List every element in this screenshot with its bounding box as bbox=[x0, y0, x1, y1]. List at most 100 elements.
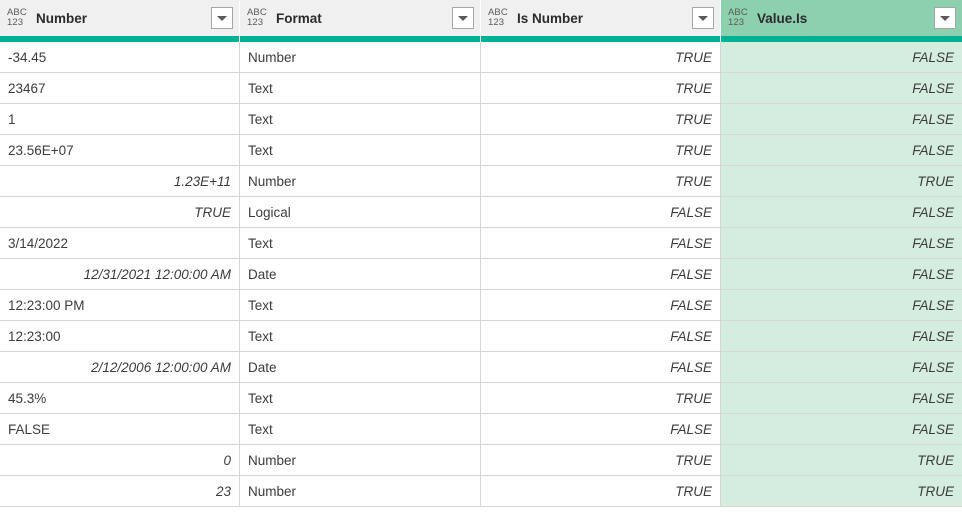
cell-format[interactable]: Text bbox=[240, 135, 481, 165]
cell-value-is[interactable]: TRUE bbox=[721, 445, 962, 475]
table-row[interactable]: 1 Text TRUE FALSE bbox=[0, 104, 962, 135]
table-row[interactable]: 23 Number TRUE TRUE bbox=[0, 476, 962, 507]
table-row[interactable]: FALSE Text FALSE FALSE bbox=[0, 414, 962, 445]
column-header-label: Number bbox=[36, 10, 88, 26]
table-row[interactable]: 45.3% Text TRUE FALSE bbox=[0, 383, 962, 414]
cell-number[interactable]: 23467 bbox=[0, 73, 240, 103]
column-header-label: Is Number bbox=[517, 10, 584, 26]
cell-number[interactable]: 12:23:00 PM bbox=[0, 290, 240, 320]
cell-format[interactable]: Text bbox=[240, 104, 481, 134]
cell-number[interactable]: 12/31/2021 12:00:00 AM bbox=[0, 259, 240, 289]
table-row[interactable]: 0 Number TRUE TRUE bbox=[0, 445, 962, 476]
cell-is-number[interactable]: TRUE bbox=[481, 73, 721, 103]
table-row[interactable]: 23467 Text TRUE FALSE bbox=[0, 73, 962, 104]
cell-is-number[interactable]: TRUE bbox=[481, 166, 721, 196]
cell-number[interactable]: 3/14/2022 bbox=[0, 228, 240, 258]
cell-format[interactable]: Text bbox=[240, 73, 481, 103]
table-row[interactable]: 12/31/2021 12:00:00 AM Date FALSE FALSE bbox=[0, 259, 962, 290]
table-row[interactable]: 3/14/2022 Text FALSE FALSE bbox=[0, 228, 962, 259]
cell-number[interactable]: 2/12/2006 12:00:00 AM bbox=[0, 352, 240, 382]
chevron-down-icon bbox=[940, 15, 950, 21]
cell-format[interactable]: Logical bbox=[240, 197, 481, 227]
cell-format[interactable]: Number bbox=[240, 476, 481, 506]
column-filter-dropdown-button[interactable] bbox=[934, 7, 956, 29]
cell-value-is[interactable]: FALSE bbox=[721, 42, 962, 72]
cell-format[interactable]: Number bbox=[240, 445, 481, 475]
cell-value-is[interactable]: FALSE bbox=[721, 228, 962, 258]
cell-is-number[interactable]: FALSE bbox=[481, 352, 721, 382]
cell-value-is[interactable]: FALSE bbox=[721, 414, 962, 444]
cell-is-number[interactable]: TRUE bbox=[481, 42, 721, 72]
abc-123-icon: ABC 123 bbox=[247, 6, 269, 30]
column-header-is-number[interactable]: ABC 123 Is Number bbox=[481, 0, 721, 36]
cell-value-is[interactable]: FALSE bbox=[721, 290, 962, 320]
chevron-down-icon bbox=[217, 15, 227, 21]
cell-format[interactable]: Text bbox=[240, 414, 481, 444]
cell-is-number[interactable]: TRUE bbox=[481, 135, 721, 165]
table-body: -34.45 Number TRUE FALSE 23467 Text TRUE FALSE 1… bbox=[0, 42, 962, 507]
cell-value-is[interactable]: FALSE bbox=[721, 352, 962, 382]
cell-is-number[interactable]: FALSE bbox=[481, 321, 721, 351]
column-header-label: Format bbox=[276, 10, 322, 26]
table-row[interactable]: 2/12/2006 12:00:00 AM Date FALSE FALSE bbox=[0, 352, 962, 383]
type-icon-123: 123 bbox=[728, 17, 745, 28]
cell-number[interactable]: 45.3% bbox=[0, 383, 240, 413]
cell-is-number[interactable]: FALSE bbox=[481, 228, 721, 258]
column-filter-dropdown-button[interactable] bbox=[211, 7, 233, 29]
data-preview-grid: ABC 123 Number ABC 123 Format ABC 123 Is Number A… bbox=[0, 0, 962, 524]
cell-number[interactable]: 23 bbox=[0, 476, 240, 506]
type-icon-123: 123 bbox=[7, 17, 24, 28]
cell-value-is[interactable]: FALSE bbox=[721, 104, 962, 134]
cell-is-number[interactable]: TRUE bbox=[481, 476, 721, 506]
cell-value-is[interactable]: TRUE bbox=[721, 476, 962, 506]
cell-is-number[interactable]: TRUE bbox=[481, 445, 721, 475]
type-icon-123: 123 bbox=[488, 17, 505, 28]
column-filter-dropdown-button[interactable] bbox=[452, 7, 474, 29]
cell-is-number[interactable]: FALSE bbox=[481, 414, 721, 444]
cell-format[interactable]: Number bbox=[240, 166, 481, 196]
cell-number[interactable]: -34.45 bbox=[0, 42, 240, 72]
cell-number[interactable]: 1 bbox=[0, 104, 240, 134]
type-icon-123: 123 bbox=[247, 17, 264, 28]
table-row[interactable]: 1.23E+11 Number TRUE TRUE bbox=[0, 166, 962, 197]
cell-format[interactable]: Text bbox=[240, 290, 481, 320]
cell-is-number[interactable]: FALSE bbox=[481, 197, 721, 227]
cell-number[interactable]: 0 bbox=[0, 445, 240, 475]
cell-format[interactable]: Number bbox=[240, 42, 481, 72]
column-header-value-is[interactable]: ABC 123 Value.Is bbox=[721, 0, 962, 36]
table-row[interactable]: TRUE Logical FALSE FALSE bbox=[0, 197, 962, 228]
column-header-format[interactable]: ABC 123 Format bbox=[240, 0, 481, 36]
table-row[interactable]: 12:23:00 PM Text FALSE FALSE bbox=[0, 290, 962, 321]
column-header-label: Value.Is bbox=[757, 10, 808, 26]
cell-value-is[interactable]: FALSE bbox=[721, 197, 962, 227]
cell-value-is[interactable]: FALSE bbox=[721, 135, 962, 165]
abc-123-icon: ABC 123 bbox=[7, 6, 29, 30]
cell-format[interactable]: Date bbox=[240, 352, 481, 382]
cell-value-is[interactable]: TRUE bbox=[721, 166, 962, 196]
cell-format[interactable]: Text bbox=[240, 383, 481, 413]
cell-format[interactable]: Text bbox=[240, 321, 481, 351]
cell-number[interactable]: 1.23E+11 bbox=[0, 166, 240, 196]
cell-is-number[interactable]: FALSE bbox=[481, 290, 721, 320]
cell-value-is[interactable]: FALSE bbox=[721, 383, 962, 413]
column-header-number[interactable]: ABC 123 Number bbox=[0, 0, 240, 36]
cell-number[interactable]: FALSE bbox=[0, 414, 240, 444]
cell-value-is[interactable]: FALSE bbox=[721, 321, 962, 351]
cell-format[interactable]: Text bbox=[240, 228, 481, 258]
table-row[interactable]: -34.45 Number TRUE FALSE bbox=[0, 42, 962, 73]
cell-is-number[interactable]: FALSE bbox=[481, 259, 721, 289]
cell-number[interactable]: 23.56E+07 bbox=[0, 135, 240, 165]
abc-123-icon: ABC 123 bbox=[728, 6, 750, 30]
table-row[interactable]: 12:23:00 Text FALSE FALSE bbox=[0, 321, 962, 352]
cell-is-number[interactable]: TRUE bbox=[481, 383, 721, 413]
cell-is-number[interactable]: TRUE bbox=[481, 104, 721, 134]
cell-value-is[interactable]: FALSE bbox=[721, 73, 962, 103]
cell-value-is[interactable]: FALSE bbox=[721, 259, 962, 289]
table-row[interactable]: 23.56E+07 Text TRUE FALSE bbox=[0, 135, 962, 166]
abc-123-icon: ABC 123 bbox=[488, 6, 510, 30]
column-filter-dropdown-button[interactable] bbox=[692, 7, 714, 29]
cell-format[interactable]: Date bbox=[240, 259, 481, 289]
cell-number[interactable]: 12:23:00 bbox=[0, 321, 240, 351]
cell-number[interactable]: TRUE bbox=[0, 197, 240, 227]
column-header-row: ABC 123 Number ABC 123 Format ABC 123 Is Number A… bbox=[0, 0, 962, 36]
